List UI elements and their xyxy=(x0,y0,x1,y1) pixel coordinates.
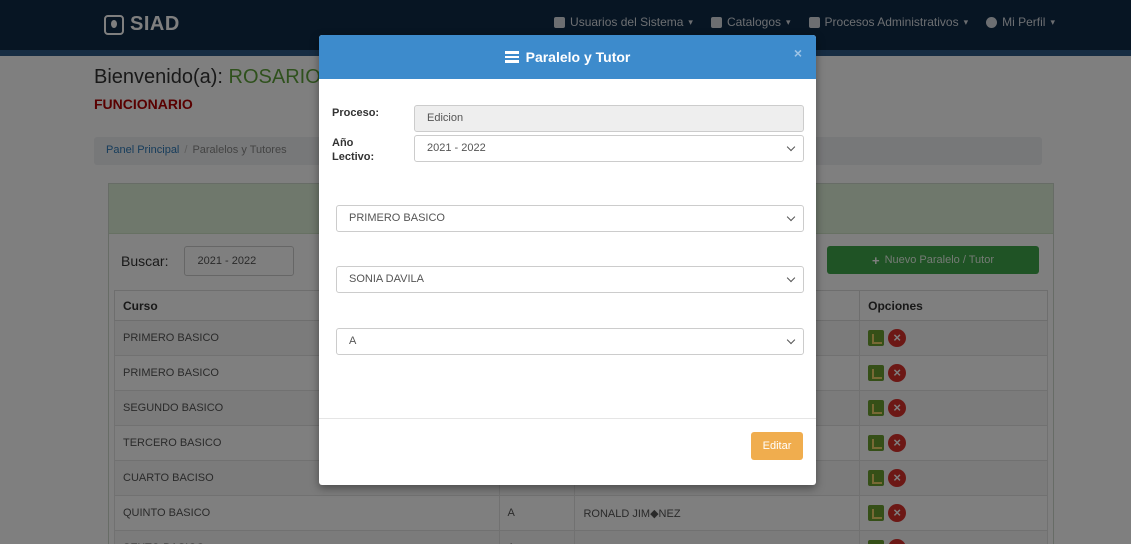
proceso-label: Proceso: xyxy=(332,107,380,119)
paralelo-tutor-modal: Paralelo y Tutor × Proceso: Edicion Año … xyxy=(319,35,816,485)
paralelo-select[interactable]: A xyxy=(336,328,804,355)
curso-value: PRIMERO BASICO xyxy=(349,212,445,224)
anio-lectivo-label: Año Lectivo: xyxy=(332,137,375,163)
curso-select[interactable]: PRIMERO BASICO xyxy=(336,205,804,232)
modal-body: Proceso: Edicion Año Lectivo: 2021 - 202… xyxy=(319,79,816,419)
editar-button[interactable]: Editar xyxy=(751,432,803,460)
modal-footer: Editar xyxy=(319,418,816,485)
tutor-value: SONIA DAVILA xyxy=(349,273,424,285)
close-icon[interactable]: × xyxy=(794,45,802,61)
modal-header: Paralelo y Tutor × xyxy=(319,35,816,79)
anio-lectivo-select[interactable]: 2021 - 2022 xyxy=(414,135,804,162)
anio-lectivo-value: 2021 - 2022 xyxy=(427,142,486,154)
paralelo-value: A xyxy=(349,335,357,347)
list-icon xyxy=(504,51,519,63)
proceso-field: Edicion xyxy=(414,105,804,132)
modal-title: Paralelo y Tutor xyxy=(525,49,631,65)
tutor-select[interactable]: SONIA DAVILA xyxy=(336,266,804,293)
